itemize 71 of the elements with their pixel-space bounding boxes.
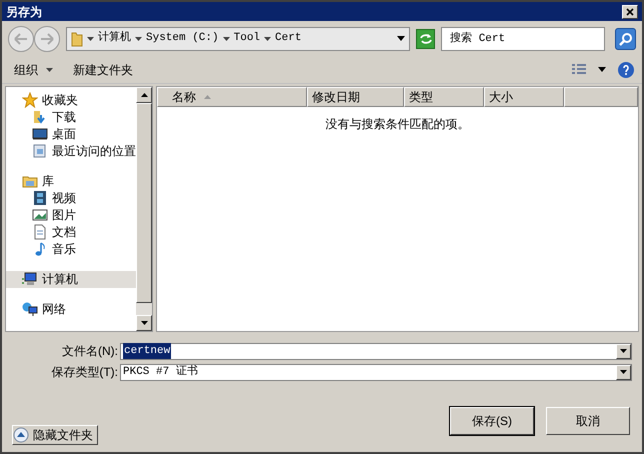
up-chevron-icon: [13, 427, 29, 443]
picture-icon: [32, 206, 48, 223]
help-button[interactable]: [618, 62, 634, 78]
sidebar-item[interactable]: 计算机: [6, 270, 136, 288]
caret-icon: [46, 68, 53, 72]
sidebar-item[interactable]: 图片: [6, 206, 136, 224]
refresh-arrows-icon: [418, 32, 433, 44]
dropdown-button[interactable]: [616, 364, 631, 380]
caret-icon: [135, 36, 142, 40]
breadcrumb-segment[interactable]: Tool: [234, 30, 260, 47]
breadcrumb-segment[interactable]: 计算机: [98, 30, 131, 47]
column-header[interactable]: 修改日期: [307, 87, 404, 107]
empty-message: 没有与搜索条件匹配的项。: [326, 116, 470, 133]
breadcrumb-segment[interactable]: System (C:): [146, 30, 219, 47]
close-icon: [626, 8, 634, 16]
column-header[interactable]: 类型: [404, 87, 484, 107]
caret-icon: [87, 36, 94, 40]
search-button[interactable]: [615, 28, 636, 50]
sidebar-item[interactable]: 库: [6, 172, 136, 190]
refresh-button[interactable]: [416, 28, 436, 48]
dialog-button[interactable]: 取消: [546, 407, 630, 435]
caret-icon: [222, 36, 230, 40]
caret-icon: [620, 370, 627, 374]
up-arrow-icon: [140, 93, 148, 97]
window-icon: [32, 142, 48, 158]
scroll-down-button[interactable]: [136, 315, 152, 331]
sidebar-item[interactable]: 桌面: [6, 125, 136, 142]
sidebar-item[interactable]: 网络: [6, 300, 136, 318]
search-field[interactable]: 搜索 Cert: [441, 26, 606, 50]
sidebar-item[interactable]: 下载: [6, 108, 136, 125]
organize-menu-button[interactable]: 组织: [10, 60, 57, 78]
close-button[interactable]: [622, 4, 638, 18]
view-options-button[interactable]: [572, 64, 606, 75]
monitor-icon: [32, 126, 48, 142]
hide-folders-button[interactable]: 隐藏文件夹: [12, 425, 98, 445]
question-mark-icon: [623, 64, 629, 74]
sidebar-item[interactable]: 视频: [6, 189, 136, 206]
sort-arrow-icon: [204, 95, 211, 99]
list-view-icon: [572, 64, 586, 75]
globe-computer-icon: [22, 301, 38, 318]
computer-icon: [22, 271, 38, 287]
filename-field[interactable]: certnew: [120, 342, 632, 360]
down-arrow-icon: [140, 321, 148, 325]
star-icon: [22, 92, 38, 108]
film-icon: [32, 190, 48, 206]
dialog-button[interactable]: 保存(S): [450, 407, 534, 435]
field-label: 文件名(N):: [61, 343, 119, 360]
breadcrumb-segment[interactable]: Cert: [275, 30, 302, 47]
column-header[interactable]: 名称: [157, 87, 307, 107]
forward-arrow-icon: [40, 32, 54, 44]
document-icon: [32, 224, 48, 240]
sidebar-item[interactable]: 音乐: [6, 240, 136, 258]
window-title: 另存为: [6, 4, 42, 20]
file-type-dropdown[interactable]: PKCS #7 证书: [120, 364, 632, 380]
caret-icon: [620, 349, 627, 353]
scroll-up-button[interactable]: [136, 87, 152, 103]
search-icon: [618, 32, 633, 46]
column-header[interactable]: 大小: [484, 87, 564, 107]
dropdown-caret-icon: [397, 36, 406, 41]
address-bar[interactable]: 计算机 System (C:) Tool Cert: [66, 26, 410, 50]
sidebar-item[interactable]: 收藏夹: [6, 91, 136, 108]
dropdown-button[interactable]: [616, 344, 631, 358]
new-folder-button[interactable]: 新建文件夹: [69, 60, 137, 78]
back-arrow-icon: [14, 32, 28, 44]
sidebar-item[interactable]: 文档: [6, 223, 136, 240]
folder-icon: [71, 30, 83, 46]
caret-icon: [264, 36, 272, 40]
scroll-thumb[interactable]: [136, 103, 152, 303]
caret-icon: [598, 67, 606, 72]
field-label: 保存类型(T):: [50, 364, 119, 381]
sidebar-item[interactable]: 最近访问的位置: [6, 142, 136, 159]
